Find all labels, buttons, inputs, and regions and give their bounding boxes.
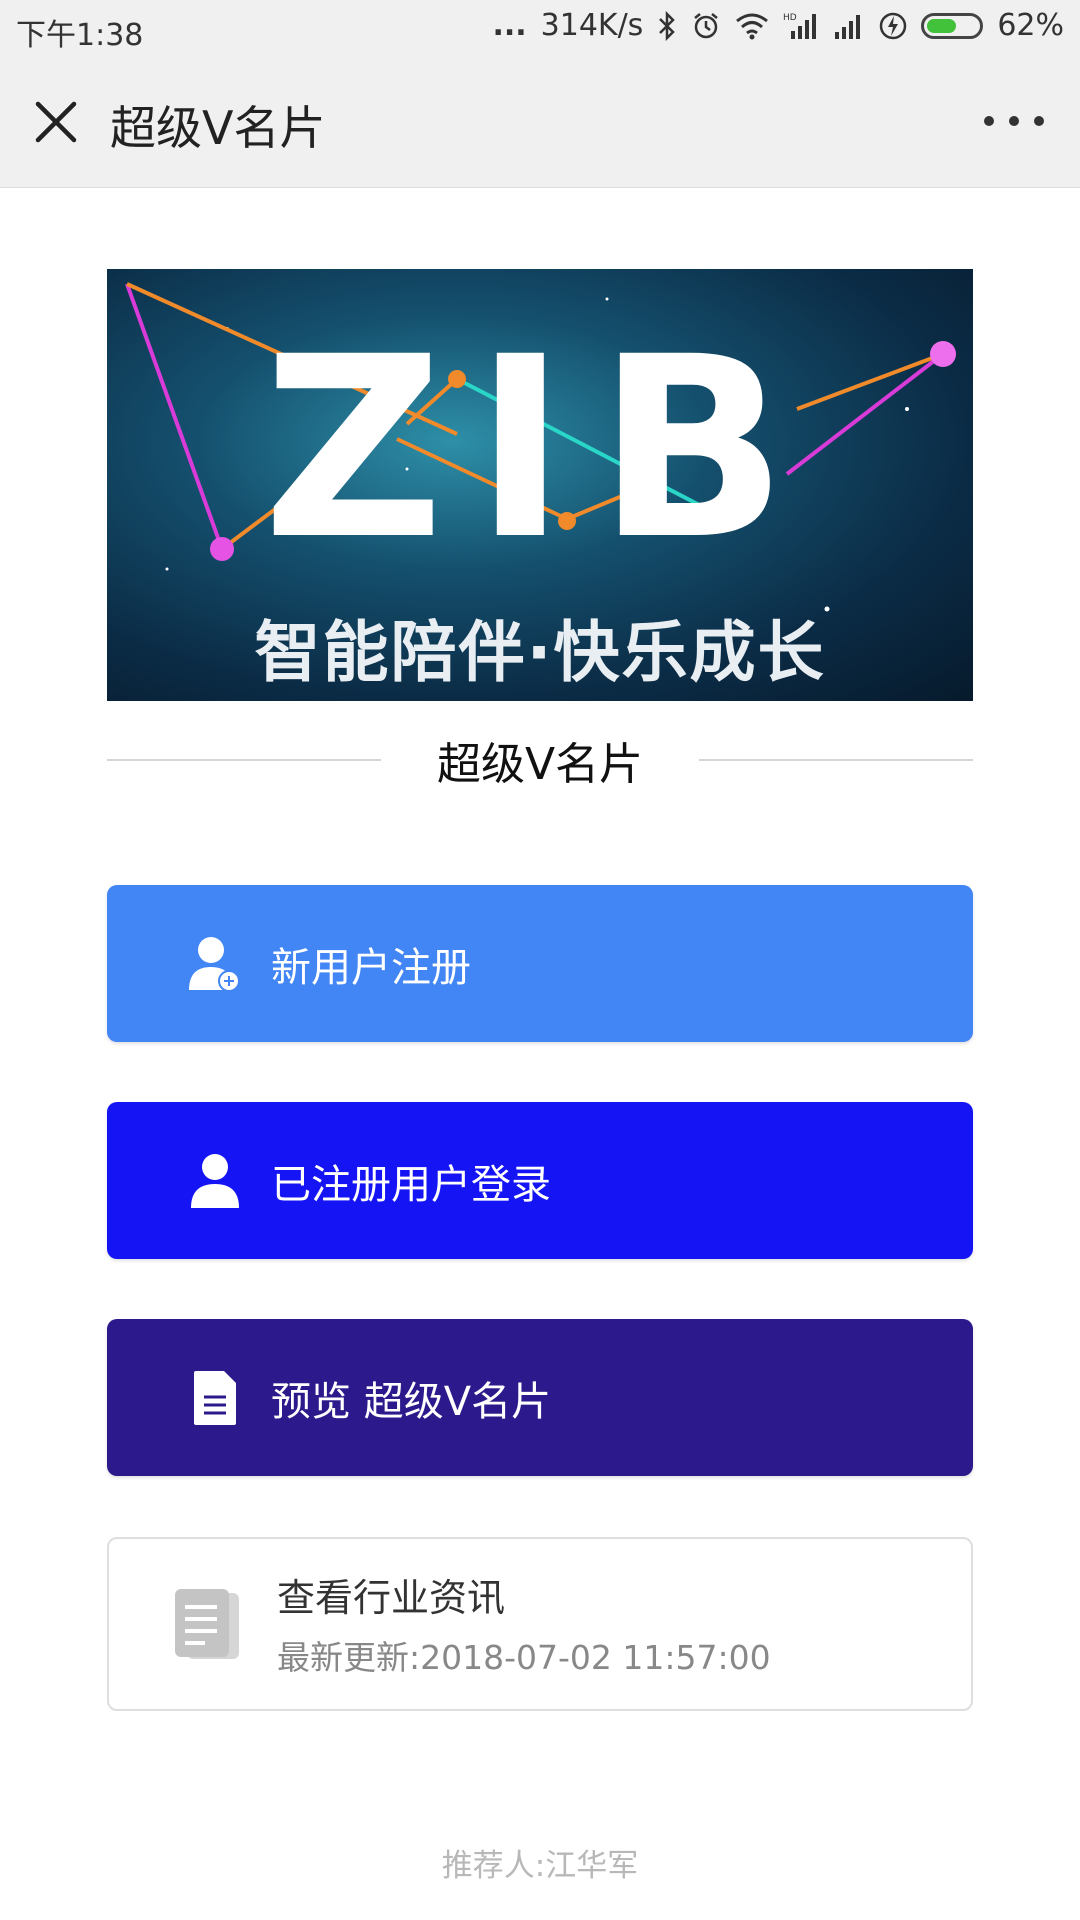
- referrer-text: 推荐人:江华军: [441, 1848, 639, 1884]
- signal-icon: [833, 9, 865, 43]
- divider: [699, 759, 974, 761]
- news-updated: 最新更新:2018-07-02 11:57:00: [277, 1638, 771, 1677]
- news-title: 查看行业资讯: [277, 1576, 506, 1620]
- status-bar: 下午1:38 ... 314K/s HD 62%: [0, 0, 1080, 56]
- user-icon: [185, 1151, 245, 1211]
- status-time: 下午1:38: [16, 18, 144, 53]
- section-heading: 超级V名片: [107, 730, 974, 790]
- battery-icon: [921, 12, 984, 39]
- banner-logo: ZIB: [262, 303, 818, 594]
- preview-button-label: 预览 超级V名片: [271, 1378, 552, 1425]
- banner-slogan: 智能陪伴·快乐成长: [254, 614, 826, 691]
- document-icon: [185, 1368, 245, 1428]
- svg-text:HD: HD: [783, 13, 797, 23]
- login-button[interactable]: 已注册用户登录: [107, 1102, 973, 1259]
- preview-button[interactable]: 预览 超级V名片: [107, 1319, 973, 1476]
- add-user-icon: [185, 934, 245, 994]
- industry-news-card[interactable]: 查看行业资讯 最新更新:2018-07-02 11:57:00: [107, 1537, 973, 1711]
- charging-icon: [879, 9, 907, 43]
- login-button-label: 已注册用户登录: [271, 1161, 551, 1208]
- signal-hd-icon: HD: [783, 9, 819, 43]
- status-icons: ... 314K/s HD 62%: [492, 8, 1064, 43]
- close-icon[interactable]: [28, 94, 84, 150]
- page-title: 超级V名片: [110, 101, 326, 155]
- title-bar: 超级V名片: [0, 56, 1080, 188]
- register-button-label: 新用户注册: [271, 944, 471, 991]
- banner-image: ZIB 智能陪伴·快乐成长: [107, 269, 973, 701]
- more-options-icon[interactable]: [984, 96, 1044, 146]
- register-button[interactable]: 新用户注册: [107, 885, 973, 1042]
- divider: [107, 759, 381, 761]
- more-notifications-icon: ...: [492, 8, 527, 43]
- section-heading-text: 超级V名片: [436, 739, 644, 790]
- alarm-icon: [691, 9, 721, 43]
- bluetooth-icon: [657, 9, 677, 43]
- news-icon: [173, 1589, 243, 1663]
- wifi-icon: [735, 9, 769, 43]
- battery-percent: 62%: [997, 8, 1064, 43]
- network-speed: 314K/s: [540, 8, 644, 43]
